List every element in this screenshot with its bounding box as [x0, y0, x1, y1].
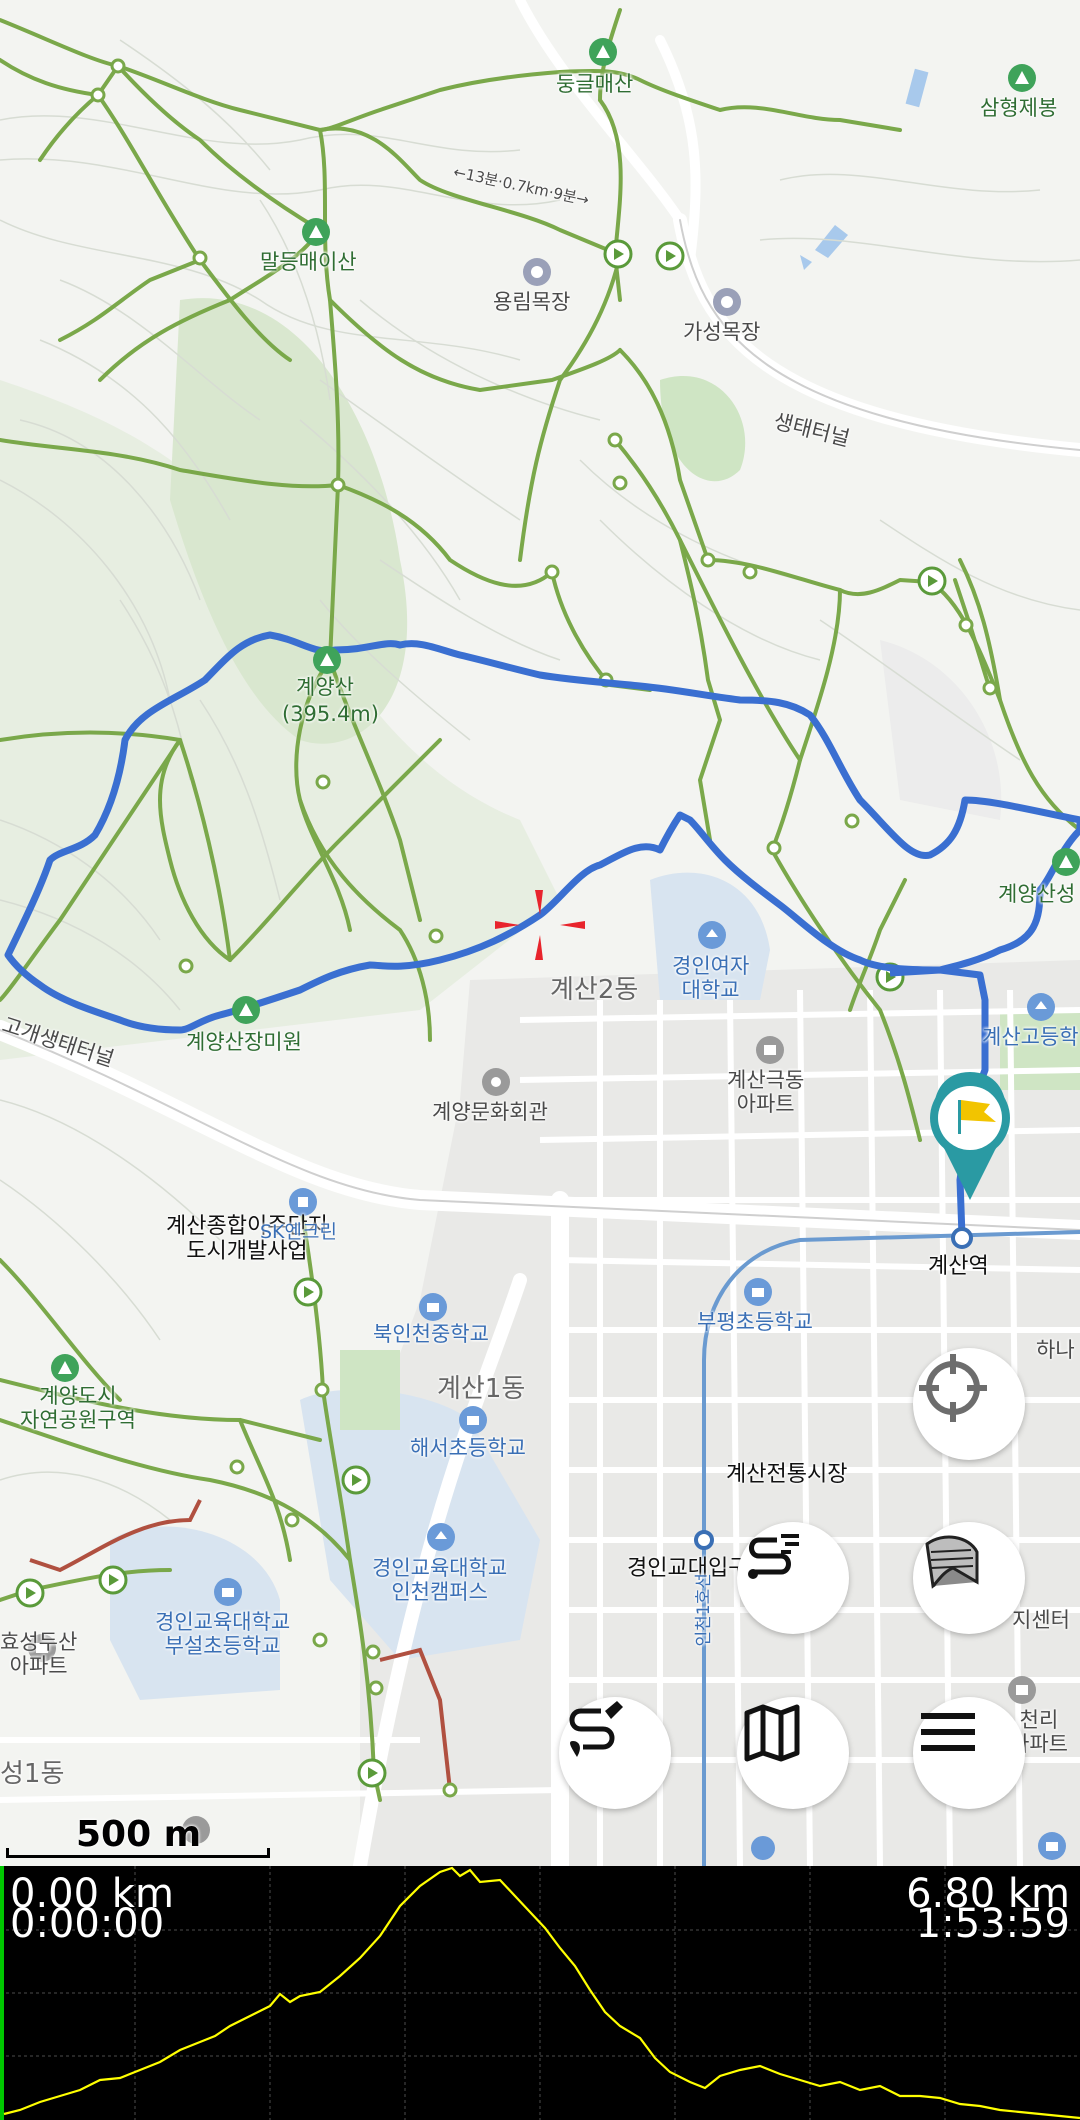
school-label: 경인교육대학교 부설초등학교 [155, 1610, 291, 1659]
peak-label: 삼형제봉 [980, 96, 1058, 120]
district-label: 계산1동 [437, 1374, 526, 1404]
station-label: 경인교대입구 [627, 1556, 749, 1581]
map-icon [744, 1704, 800, 1762]
route-list-button[interactable] [737, 1522, 849, 1634]
poi-label: 계양산장미원 [186, 1030, 302, 1054]
peak-elevation-label: (395.4m) [282, 702, 379, 726]
district-label: 계산2동 [550, 975, 639, 1005]
poi-label: 효성두산 아파트 [0, 1630, 78, 1679]
peak-label: 둥글매산 [556, 72, 634, 96]
peak-label: 말등매이산 [260, 250, 357, 274]
poi-label: SK엔크린 [260, 1221, 337, 1243]
poi-label: 가성목장 [683, 320, 761, 344]
poi-label: 계산극동 아파트 [727, 1068, 805, 1117]
district-label: 성1동 [0, 1759, 65, 1789]
map-layer-button[interactable] [913, 1522, 1025, 1634]
peak-label: 계양산 [296, 675, 354, 699]
station-label: 계산역 [928, 1254, 989, 1279]
poi-label: 하나 [1036, 1338, 1075, 1362]
route-list-icon [748, 1534, 799, 1579]
subway-line-label: 인천1호선 [693, 1573, 714, 1647]
end-time: 1:53:59 [915, 1901, 1070, 1947]
poi-label: 계양문화회관 [432, 1100, 548, 1124]
school-label: 해서초등학교 [410, 1436, 526, 1460]
draw-route-button[interactable] [559, 1697, 671, 1809]
scale-bar-line [6, 1848, 270, 1858]
crosshair-gps-icon [919, 1354, 987, 1422]
school-label: 경인여자 대학교 [672, 954, 750, 1003]
school-label: 부평초등학교 [697, 1310, 813, 1334]
elevation-profile[interactable]: 0.00 km 0:00:00 6.80 km 1:53:59 [0, 1866, 1080, 2120]
school-label: 북인천중학교 [373, 1322, 489, 1346]
locate-button[interactable] [913, 1348, 1025, 1460]
map-select-button[interactable] [737, 1697, 849, 1809]
draw-route-icon [569, 1701, 623, 1757]
poi-label: 계양산성 [998, 882, 1076, 906]
school-label: 경인교육대학교 인천캠퍼스 [372, 1556, 508, 1605]
poi-label: 계산전통시장 [726, 1462, 848, 1487]
menu-button[interactable] [913, 1697, 1025, 1809]
poi-label: 용림목장 [493, 290, 571, 314]
menu-icon [921, 1713, 975, 1751]
school-label: 계산고등학 [982, 1025, 1079, 1049]
map-view[interactable]: 둥글매산 삼형제봉 말등매이산 용림목장 가성목장 생태터널 ←13분·0.7k… [0, 0, 1080, 1866]
poi-label: 지센터 [1012, 1608, 1070, 1632]
scale-bar: 500 m [6, 1812, 274, 1858]
start-time: 0:00:00 [10, 1901, 165, 1947]
layers-icon [925, 1535, 979, 1589]
park-label: 계양도시 자연공원구역 [20, 1384, 136, 1433]
